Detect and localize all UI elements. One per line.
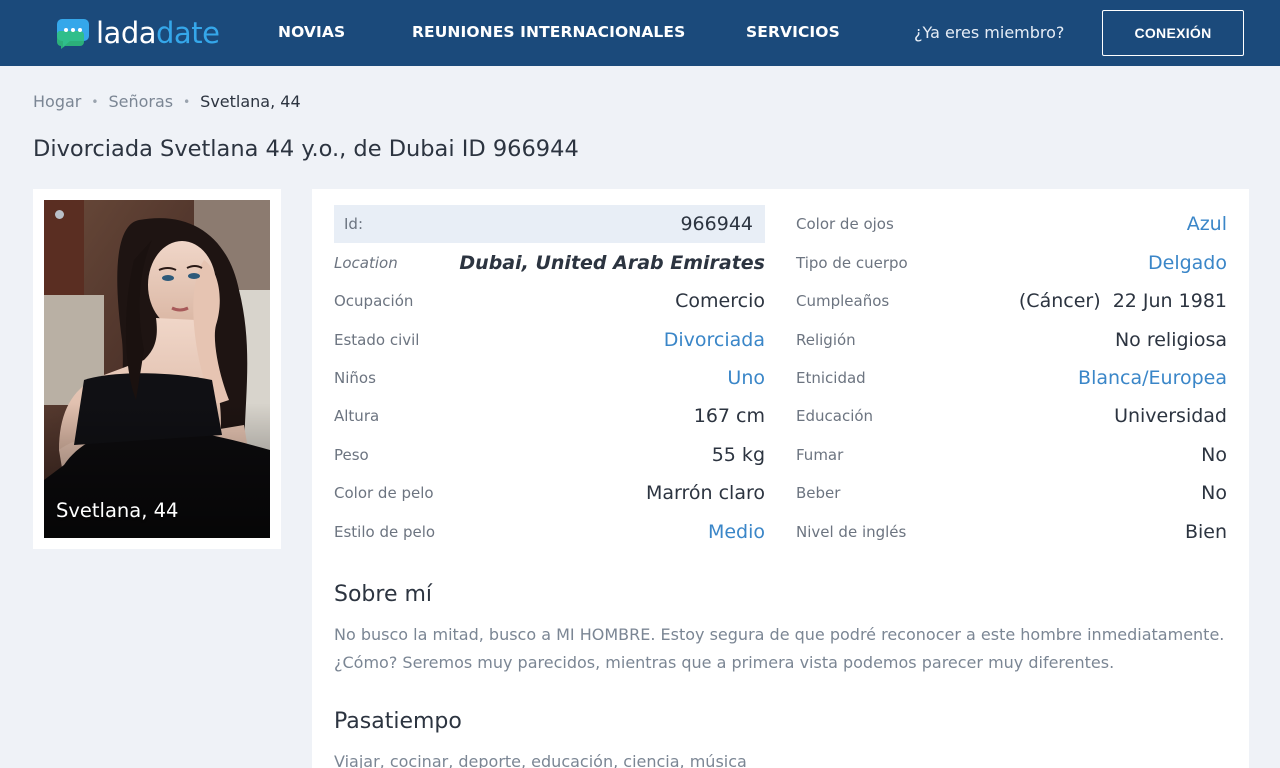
profile-row-occupation: Ocupación Comercio xyxy=(334,282,765,320)
profile-row-location: Location Dubai, United Arab Emirates xyxy=(334,244,765,282)
hobby-title: Pasatiempo xyxy=(334,709,462,734)
profile-value-link[interactable]: Delgado xyxy=(1148,252,1227,274)
about-title: Sobre mí xyxy=(334,582,433,607)
member-question: ¿Ya eres miembro? xyxy=(914,23,1065,42)
profile-value: No xyxy=(1201,444,1227,466)
profile-row-hair-color: Color de pelo Marrón claro xyxy=(334,474,765,512)
profile-label: Estilo de pelo xyxy=(334,523,436,541)
login-button[interactable]: CONEXIÓN xyxy=(1102,10,1244,56)
breadcrumb-current: Svetlana, 44 xyxy=(200,92,301,111)
nav-reuniones-internacionales[interactable]: REUNIONES INTERNACIONALES xyxy=(412,23,685,41)
profile-row-eye-color: Color de ojos Azul xyxy=(796,205,1227,243)
breadcrumb-home[interactable]: Hogar xyxy=(33,92,81,111)
profile-value: No religiosa xyxy=(1114,329,1227,351)
profile-photo-card: Svetlana, 44 xyxy=(33,189,281,549)
profile-value-link[interactable]: Blanca/Europea xyxy=(1078,367,1227,389)
online-status-dot xyxy=(55,210,64,219)
profile-row-height: Altura 167 cm xyxy=(334,397,765,435)
profile-value-link[interactable]: Azul xyxy=(1187,213,1227,235)
profile-value: Marrón claro xyxy=(645,482,765,504)
profile-row-weight: Peso 55 kg xyxy=(334,436,765,474)
profile-label: Color de ojos xyxy=(796,215,894,233)
profile-row-ethnicity: Etnicidad Blanca/Europea xyxy=(796,359,1227,397)
profile-label: Location xyxy=(334,254,398,272)
about-text: No busco la mitad, busco a MI HOMBRE. Es… xyxy=(334,625,1225,672)
profile-value: 167 cm xyxy=(693,405,765,427)
breadcrumb-separator: • xyxy=(91,94,99,109)
profile-photo-image xyxy=(44,200,270,538)
photo-caption: Svetlana, 44 xyxy=(56,499,179,522)
profile-label: Tipo de cuerpo xyxy=(796,254,908,272)
profile-row-religion: Religión No religiosa xyxy=(796,321,1227,359)
profile-label: Religión xyxy=(796,331,856,349)
profile-label: Peso xyxy=(334,446,369,464)
profile-row-children: Niños Uno xyxy=(334,359,765,397)
profile-value: (Cáncer) 22 Jun 1981 xyxy=(1018,290,1227,312)
profile-value: Dubai, United Arab Emirates xyxy=(459,252,765,274)
profile-value: No xyxy=(1201,482,1227,504)
profile-label: Color de pelo xyxy=(334,484,434,502)
profile-label: Niños xyxy=(334,369,376,387)
profile-label: Educación xyxy=(796,407,874,425)
profile-label: Nivel de inglés xyxy=(796,523,907,541)
logo-text-part1: lada xyxy=(96,15,157,50)
profile-row-education: Educación Universidad xyxy=(796,397,1227,435)
profile-value: 966944 xyxy=(680,213,753,235)
site-logo[interactable]: ladadate xyxy=(56,14,220,52)
breadcrumb: Hogar • Señoras • Svetlana, 44 xyxy=(33,92,301,111)
profile-value: Universidad xyxy=(1114,405,1227,427)
profile-label: Estado civil xyxy=(334,331,420,349)
logo-text: ladadate xyxy=(96,15,220,50)
hobby-text: Viajar, cocinar, deporte, educación, cie… xyxy=(334,752,747,768)
profile-label: Beber xyxy=(796,484,841,502)
profile-label: Ocupación xyxy=(334,292,414,310)
profile-value-link[interactable]: Uno xyxy=(727,367,765,389)
profile-value: Bien xyxy=(1184,521,1227,543)
profile-info-panel: Id: 966944 Location Dubai, United Arab E… xyxy=(312,189,1249,768)
profile-row-body-type: Tipo de cuerpo Delgado xyxy=(796,244,1227,282)
profile-row-hair-style: Estilo de pelo Medio xyxy=(334,513,765,551)
breadcrumb-ladies[interactable]: Señoras xyxy=(108,92,173,111)
profile-label: Etnicidad xyxy=(796,369,866,387)
logo-text-part2: date xyxy=(156,15,220,50)
profile-label: Cumpleaños xyxy=(796,292,890,310)
breadcrumb-separator: • xyxy=(183,94,191,109)
page-title: Divorciada Svetlana 44 y.o., de Dubai ID… xyxy=(33,136,579,162)
profile-row-smoking: Fumar No xyxy=(796,436,1227,474)
profile-value: 55 kg xyxy=(711,444,765,466)
profile-value-link[interactable]: Medio xyxy=(708,521,765,543)
profile-row-id: Id: 966944 xyxy=(334,205,765,243)
profile-row-drinking: Beber No xyxy=(796,474,1227,512)
profile-label: Altura xyxy=(334,407,380,425)
profile-row-birthday: Cumpleaños (Cáncer) 22 Jun 1981 xyxy=(796,282,1227,320)
profile-value: Comercio xyxy=(675,290,765,312)
profile-value-link[interactable]: Divorciada xyxy=(664,329,765,351)
profile-label: Fumar xyxy=(796,446,844,464)
profile-row-english-level: Nivel de inglés Bien xyxy=(796,513,1227,551)
chat-bubble-icon xyxy=(57,19,89,49)
nav-servicios[interactable]: SERVICIOS xyxy=(746,23,840,41)
profile-row-marital-status: Estado civil Divorciada xyxy=(334,321,765,359)
profile-photo[interactable]: Svetlana, 44 xyxy=(44,200,270,538)
top-navigation-bar: ladadate NOVIAS REUNIONES INTERNACIONALE… xyxy=(0,0,1280,66)
nav-novias[interactable]: NOVIAS xyxy=(278,23,345,41)
profile-label: Id: xyxy=(344,215,363,233)
